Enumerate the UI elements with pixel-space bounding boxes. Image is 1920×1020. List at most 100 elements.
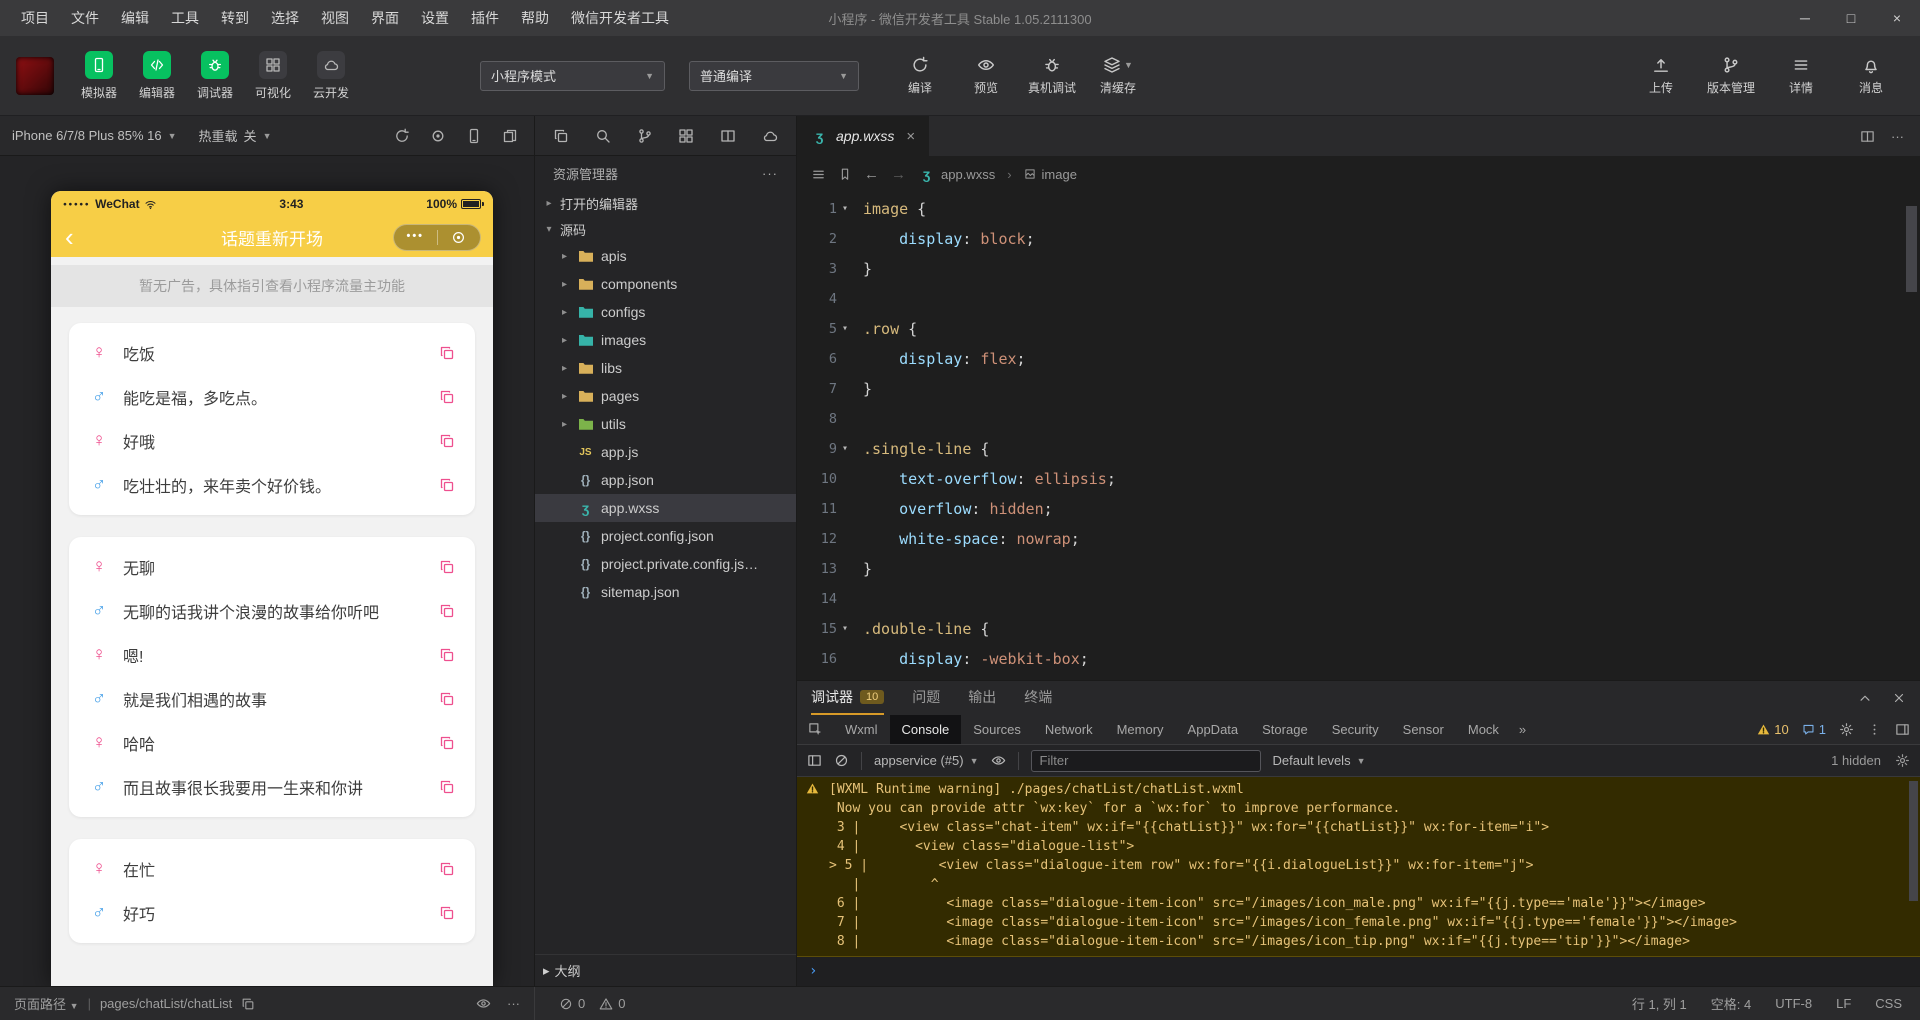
close-icon[interactable]: ×: [902, 128, 915, 145]
compile-mode-select[interactable]: 普通编译 ▼: [689, 60, 859, 91]
tree-folder-images[interactable]: ▸ images: [535, 326, 796, 354]
toolbar-cloud-dev-button[interactable]: 云开发: [302, 50, 360, 101]
toolbar-debugger-button[interactable]: 调试器: [186, 50, 244, 101]
issues-count[interactable]: 1: [1802, 722, 1826, 737]
code-editor[interactable]: 1 ▾ image {2 display: block; 3} 4 5 ▾ .row {6 d…: [797, 192, 1920, 680]
toolbar-remote-debug-button[interactable]: 真机调试: [1019, 55, 1085, 96]
open-editors-section[interactable]: ▸ 打开的编辑器: [535, 190, 796, 216]
tree-folder-utils[interactable]: ▸ utils: [535, 410, 796, 438]
nav-back-arrow[interactable]: ←: [864, 166, 879, 183]
menubar-item[interactable]: 界面: [360, 0, 410, 36]
toolbar-visualization-button[interactable]: 可视化: [244, 50, 302, 101]
exit-miniprogram-button[interactable]: [438, 230, 481, 245]
hot-reload-toggle[interactable]: 热重载 关 ▼: [199, 126, 272, 145]
statusbar-item[interactable]: 空格: 4: [1711, 994, 1751, 1013]
refresh-icon[interactable]: [394, 128, 410, 144]
menubar-item[interactable]: 编辑: [110, 0, 160, 36]
copy-path-icon[interactable]: [241, 997, 255, 1011]
devtools-tab-storage[interactable]: Storage: [1250, 715, 1320, 744]
editor-scrollbar[interactable]: [1906, 206, 1917, 292]
device-icon[interactable]: [466, 128, 482, 144]
eye-icon[interactable]: [991, 753, 1006, 768]
toolbar-message-button[interactable]: 消息: [1838, 55, 1904, 96]
context-select[interactable]: appservice (#5) ▼: [874, 753, 979, 768]
menubar-item[interactable]: 选择: [260, 0, 310, 36]
devtools-tab-security[interactable]: Security: [1320, 715, 1391, 744]
toolbar-compile-button[interactable]: 编译: [887, 55, 953, 96]
menubar-item[interactable]: 视图: [310, 0, 360, 36]
devtools-tab-mock[interactable]: Mock: [1456, 715, 1511, 744]
collapse-panel-button[interactable]: [1858, 691, 1872, 705]
tree-file-sitemap.json[interactable]: {} sitemap.json: [535, 578, 796, 606]
eye-icon[interactable]: [476, 996, 491, 1011]
menubar-item[interactable]: 转到: [210, 0, 260, 36]
menubar-item[interactable]: 工具: [160, 0, 210, 36]
tree-folder-configs[interactable]: ▸ configs: [535, 298, 796, 326]
breadcrumb-file[interactable]: ʒ app.wxss: [918, 166, 995, 182]
files-icon[interactable]: [553, 128, 569, 144]
tree-folder-components[interactable]: ▸ components: [535, 270, 796, 298]
grid-icon[interactable]: [678, 128, 694, 144]
toolbar-details-button[interactable]: 详情: [1768, 55, 1834, 96]
copy-dialogue-button[interactable]: [439, 559, 455, 575]
minimize-button[interactable]: ─: [1782, 0, 1828, 36]
tree-file-app.js[interactable]: JS app.js: [535, 438, 796, 466]
console-warning-count[interactable]: 10: [1757, 722, 1789, 737]
dock-side-button[interactable]: [1895, 722, 1910, 737]
bookmark-icon[interactable]: [838, 167, 852, 181]
copy-dialogue-button[interactable]: [439, 861, 455, 877]
source-root-section[interactable]: ▾ 源码: [535, 216, 796, 242]
split-editor-icon[interactable]: [720, 128, 736, 144]
menubar-item[interactable]: 帮助: [510, 0, 560, 36]
more-actions-button[interactable]: ···: [762, 166, 778, 181]
maximize-button[interactable]: □: [1828, 0, 1874, 36]
copy-dialogue-button[interactable]: [439, 345, 455, 361]
copy-dialogue-button[interactable]: [439, 389, 455, 405]
fold-arrow-icon[interactable]: ▾: [842, 434, 855, 464]
devtools-tab-memory[interactable]: Memory: [1105, 715, 1176, 744]
devtools-tab-sensor[interactable]: Sensor: [1391, 715, 1456, 744]
devtools-tab-console[interactable]: Console: [889, 715, 962, 744]
problems-summary[interactable]: 0 0: [535, 996, 649, 1011]
devtools-tab-sources[interactable]: Sources: [961, 715, 1033, 744]
nav-forward-arrow[interactable]: →: [891, 166, 906, 183]
menubar-item[interactable]: 设置: [410, 0, 460, 36]
copy-dialogue-button[interactable]: [439, 477, 455, 493]
close-panel-button[interactable]: [1892, 691, 1906, 705]
toolbar-simulator-button[interactable]: 模拟器: [70, 50, 128, 101]
tree-file-project.private.config.js[interactable]: {} project.private.config.js…: [535, 550, 796, 578]
tree-folder-apis[interactable]: ▸ apis: [535, 242, 796, 270]
cloud-icon[interactable]: [762, 128, 778, 144]
devtools-settings-button[interactable]: [1839, 722, 1854, 737]
source-control-icon[interactable]: [637, 128, 653, 144]
menubar-item[interactable]: 文件: [60, 0, 110, 36]
toolbar-upload-button[interactable]: 上传: [1628, 55, 1694, 96]
statusbar-item[interactable]: LF: [1836, 996, 1851, 1011]
gear-icon[interactable]: [1895, 753, 1910, 768]
debug-panel-tab[interactable]: 输出: [968, 681, 996, 715]
mode-select[interactable]: 小程序模式 ▼: [480, 60, 665, 91]
statusbar-item[interactable]: 行 1, 列 1: [1632, 994, 1687, 1013]
copy-dialogue-button[interactable]: [439, 647, 455, 663]
more-actions-button[interactable]: ···: [1891, 129, 1904, 144]
inspect-element-button[interactable]: [797, 722, 833, 737]
devtools-tab-network[interactable]: Network: [1033, 715, 1105, 744]
tree-folder-libs[interactable]: ▸ libs: [535, 354, 796, 382]
fold-arrow-icon[interactable]: ▾: [842, 194, 855, 224]
copy-dialogue-button[interactable]: [439, 905, 455, 921]
fold-arrow-icon[interactable]: ▾: [842, 314, 855, 344]
back-chevron-icon[interactable]: ‹: [65, 219, 74, 255]
console-scrollbar[interactable]: [1909, 781, 1918, 901]
breadcrumb-symbol[interactable]: image: [1024, 167, 1077, 182]
page-path-dropdown[interactable]: 页面路径 ▼: [14, 994, 79, 1013]
copy-dialogue-button[interactable]: [439, 779, 455, 795]
tree-file-app.wxss[interactable]: ʒ app.wxss: [535, 494, 796, 522]
devtools-tab-wxml[interactable]: Wxml: [833, 715, 890, 744]
menubar-item[interactable]: 项目: [10, 0, 60, 36]
outline-list-icon[interactable]: [811, 167, 826, 182]
search-icon[interactable]: [595, 128, 611, 144]
statusbar-item[interactable]: CSS: [1875, 996, 1902, 1011]
filter-input[interactable]: [1030, 749, 1261, 772]
copy-dialogue-button[interactable]: [439, 603, 455, 619]
clear-console-icon[interactable]: [834, 753, 849, 768]
